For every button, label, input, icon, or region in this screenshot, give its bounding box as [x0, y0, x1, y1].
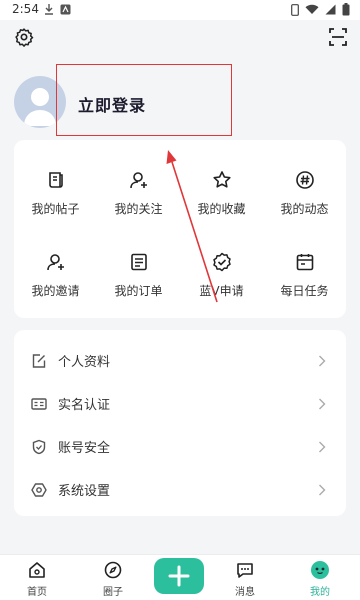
tab-mine[interactable]: 我的: [290, 559, 350, 598]
list-item-label: 系统设置: [58, 484, 111, 499]
tab-label: 我的: [310, 587, 330, 598]
grid-item-blue-v-apply[interactable]: 蓝V申请: [180, 230, 263, 312]
list-item-label: 个人资料: [58, 355, 111, 370]
grid-item-label: 我的动态: [280, 202, 329, 216]
wifi-icon: [305, 4, 319, 14]
scan-button[interactable]: [326, 25, 350, 49]
gear-icon: [15, 28, 34, 47]
status-system-icons: [291, 3, 350, 16]
follow-user-icon: [127, 168, 151, 192]
home-icon: [26, 559, 48, 581]
grid-item-my-activity[interactable]: 我的动态: [263, 148, 346, 230]
list-item-account-security[interactable]: 账号安全: [14, 425, 346, 468]
posts-icon: [44, 168, 68, 192]
status-notification-icons: [44, 3, 71, 15]
plus-icon: [168, 565, 190, 587]
grid-item-label: 蓝V申请: [199, 284, 244, 298]
battery-icon: [342, 3, 350, 16]
settings-gear-button[interactable]: [12, 25, 36, 49]
grid-item-label: 我的收藏: [197, 202, 246, 216]
verified-badge-icon: [210, 250, 234, 274]
create-post-button[interactable]: [154, 558, 204, 594]
download-icon: [45, 4, 53, 15]
grid-item-label: 我的关注: [114, 202, 163, 216]
profile-face-icon: [309, 559, 331, 581]
grid-item-my-orders[interactable]: 我的订单: [97, 230, 180, 312]
tab-circles[interactable]: 圈子: [83, 559, 143, 598]
chevron-right-icon: [318, 440, 328, 454]
grid-item-label: 每日任务: [280, 284, 329, 298]
list-item-system-settings[interactable]: 系统设置: [14, 468, 346, 511]
sim-icon: [291, 3, 299, 16]
app-notification-icon: [60, 4, 71, 14]
settings-icon: [30, 481, 48, 499]
calendar-task-icon: [293, 250, 317, 274]
tab-home[interactable]: 首页: [7, 559, 67, 598]
grid-item-my-favorites[interactable]: 我的收藏: [180, 148, 263, 230]
grid-item-label: 我的邀请: [31, 284, 80, 298]
list-item-label: 实名认证: [58, 398, 111, 413]
star-icon: [210, 168, 234, 192]
feature-grid-card: 我的帖子 我的关注 我的收藏 我的动态 我的邀请 我的订单 蓝V申请 每日任务: [14, 140, 346, 318]
tab-label: 圈子: [103, 587, 123, 598]
grid-item-label: 我的帖子: [31, 202, 80, 216]
feature-grid: 我的帖子 我的关注 我的收藏 我的动态 我的邀请 我的订单 蓝V申请 每日任务: [14, 140, 346, 326]
invite-user-icon: [44, 250, 68, 274]
tab-messages[interactable]: 消息: [215, 559, 275, 598]
status-time: 2:54: [12, 2, 39, 16]
grid-item-my-invites[interactable]: 我的邀请: [14, 230, 97, 312]
chevron-right-icon: [318, 397, 328, 411]
chevron-right-icon: [318, 483, 328, 497]
chevron-right-icon: [318, 354, 328, 368]
edit-profile-icon: [30, 352, 48, 370]
grid-item-label: 我的订单: [114, 284, 163, 298]
id-card-icon: [30, 395, 48, 413]
settings-list-card: 个人资料 实名认证 账号安全 系统设置: [14, 330, 346, 516]
grid-item-my-posts[interactable]: 我的帖子: [14, 148, 97, 230]
message-icon: [234, 559, 256, 581]
order-icon: [127, 250, 151, 274]
hashtag-icon: [293, 168, 317, 192]
compass-icon: [102, 559, 124, 581]
shield-icon: [30, 438, 48, 456]
tab-label: 首页: [27, 587, 47, 598]
scan-icon: [329, 28, 347, 46]
list-item-label: 账号安全: [58, 441, 111, 456]
annotation-highlight-box: [56, 64, 232, 136]
grid-item-my-follows[interactable]: 我的关注: [97, 148, 180, 230]
list-item-profile[interactable]: 个人资料: [14, 339, 346, 382]
list-item-real-name-verification[interactable]: 实名认证: [14, 382, 346, 425]
grid-item-daily-tasks[interactable]: 每日任务: [263, 230, 346, 312]
signal-icon: [325, 4, 336, 15]
tab-label: 消息: [235, 587, 255, 598]
